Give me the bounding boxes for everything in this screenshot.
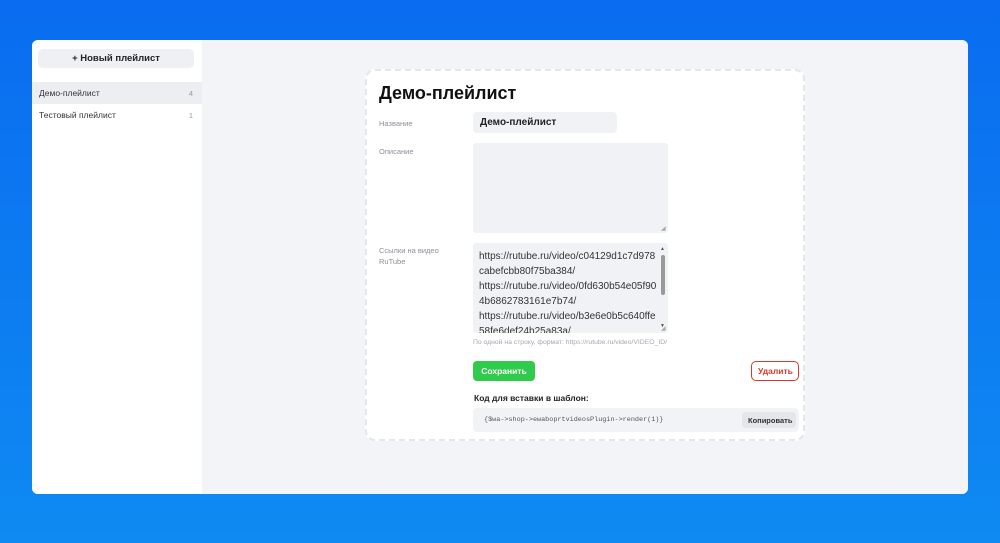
main-area: Демо-плейлист Название Описание ◢ Ссылки… (202, 40, 968, 494)
resize-grip-icon[interactable]: ◢ (661, 326, 667, 332)
resize-grip-icon[interactable]: ◢ (661, 226, 667, 232)
app-window: + Новый плейлист Демо-плейлист 4 Тестовы… (32, 40, 968, 494)
links-hint: По одной на строку, формат: https://rutu… (473, 339, 667, 346)
save-button[interactable]: Сохранить (473, 361, 535, 381)
playlist-name: Демо-плейлист (39, 88, 100, 98)
new-playlist-button[interactable]: + Новый плейлист (38, 49, 194, 68)
embed-code: {$wa->shop->ewaboprtvideosPlugin->render… (484, 416, 664, 424)
description-textarea[interactable]: ◢ (473, 143, 668, 233)
links-textarea[interactable]: https://rutube.ru/video/c04129d1c7d978ca… (473, 243, 668, 333)
delete-button[interactable]: Удалить (751, 361, 799, 381)
description-label: Описание (379, 147, 414, 156)
embed-code-title: Код для вставки в шаблон: (474, 393, 589, 403)
copy-button[interactable]: Копировать (742, 412, 796, 428)
links-scrollbar[interactable]: ▲ ▼ (660, 247, 666, 329)
sidebar-item-demo-playlist[interactable]: Демо-плейлист 4 (32, 82, 202, 104)
playlist-count: 4 (188, 88, 193, 98)
playlist-list: Демо-плейлист 4 Тестовый плейлист 1 (32, 82, 202, 126)
embed-code-box: {$wa->shop->ewaboprtvideosPlugin->render… (473, 408, 799, 432)
name-input[interactable] (473, 112, 617, 133)
playlist-editor-card: Демо-плейлист Название Описание ◢ Ссылки… (365, 69, 805, 441)
sidebar-item-test-playlist[interactable]: Тестовый плейлист 1 (32, 104, 202, 126)
links-text: https://rutube.ru/video/c04129d1c7d978ca… (479, 251, 657, 333)
scroll-thumb[interactable] (661, 255, 665, 295)
playlist-count: 1 (188, 110, 193, 120)
page-title: Демо-плейлист (379, 83, 517, 103)
sidebar: + Новый плейлист Демо-плейлист 4 Тестовы… (32, 40, 202, 494)
playlist-name: Тестовый плейлист (39, 110, 116, 120)
scroll-up-icon[interactable]: ▲ (660, 247, 665, 252)
name-label: Название (379, 119, 413, 128)
links-label: Ссылки на видео RuTube (379, 246, 439, 266)
